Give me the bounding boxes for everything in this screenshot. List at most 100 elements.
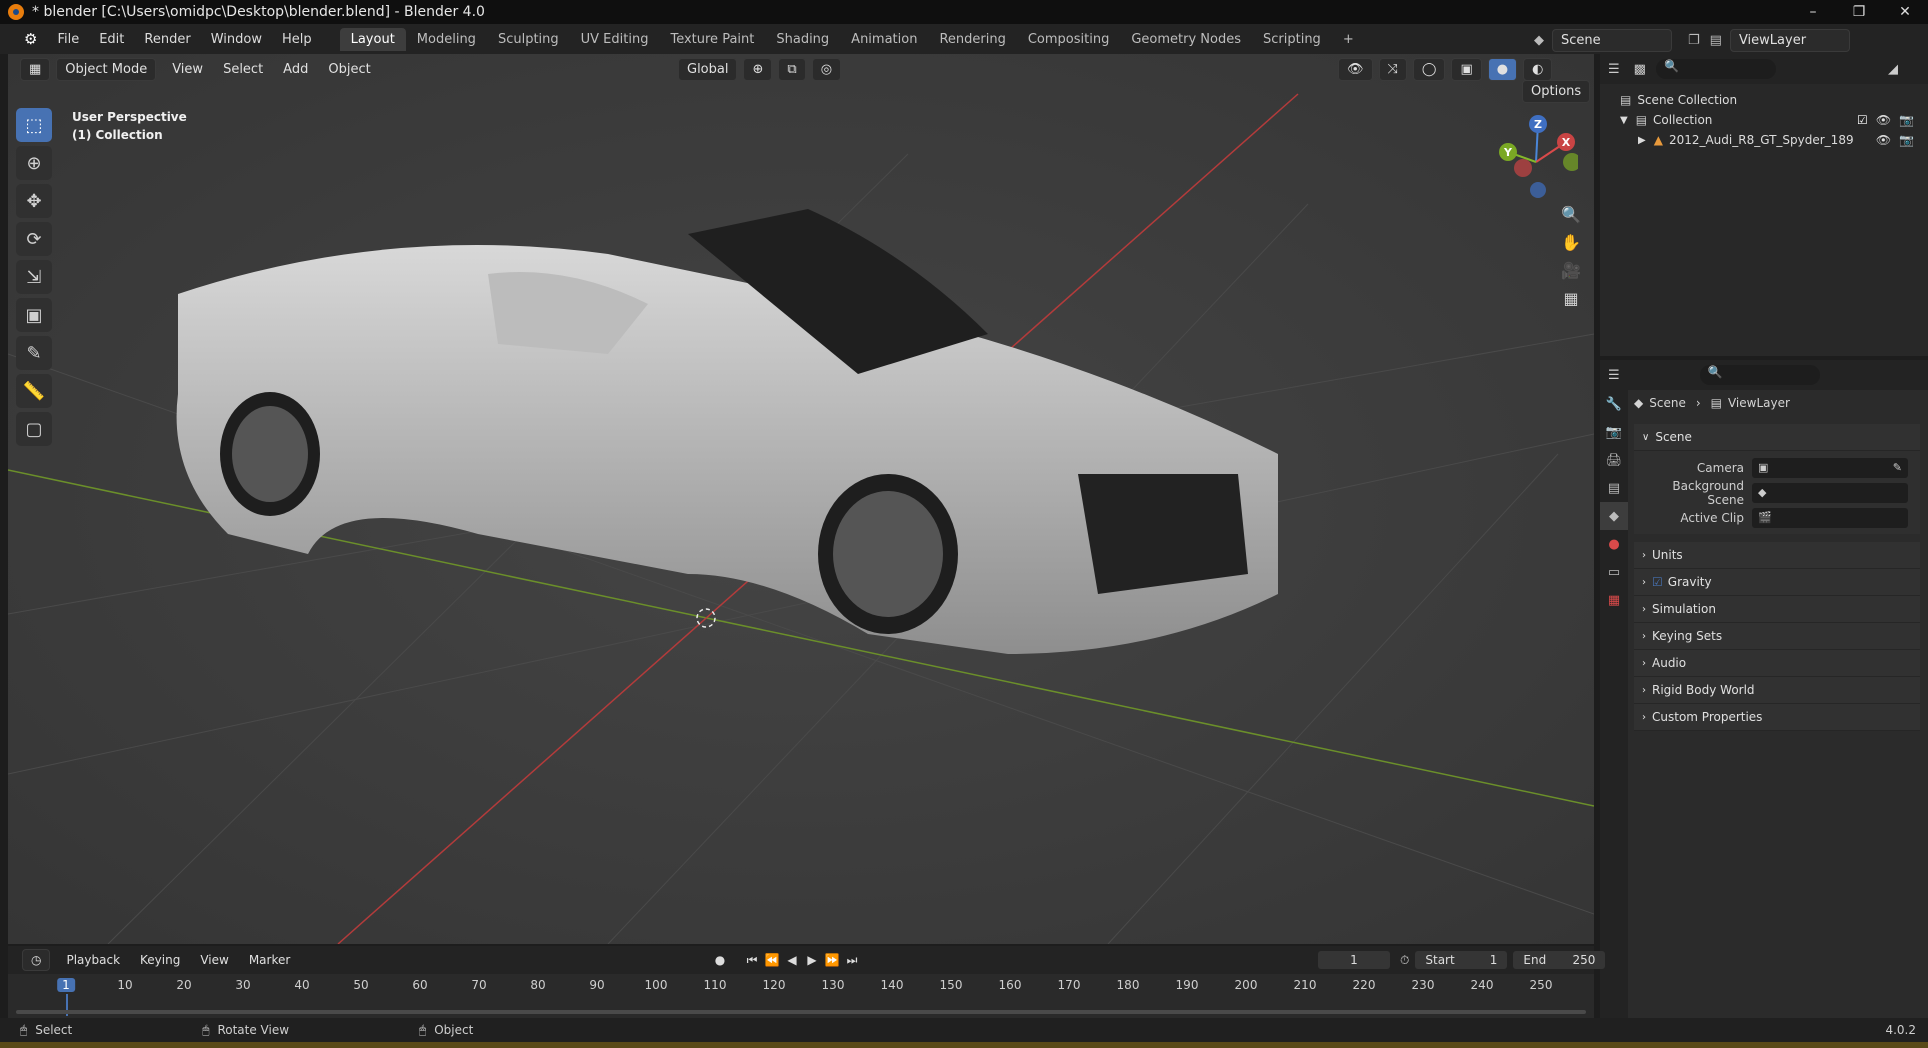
gravity-checkbox-icon[interactable]: ☑	[1652, 575, 1663, 589]
outliner-collection[interactable]: ▼ ▤ Collection ☑ 👁 📷	[1620, 110, 1928, 130]
render-camera-icon[interactable]: 📷	[1899, 113, 1914, 127]
tab-animation[interactable]: Animation	[840, 28, 928, 51]
scale-tool-icon[interactable]: ⇲	[16, 260, 52, 294]
preview-range-icon[interactable]: ⏱	[1400, 953, 1409, 968]
rotate-tool-icon[interactable]: ⟳	[16, 222, 52, 256]
annotate-tool-icon[interactable]: ✎	[16, 336, 52, 370]
shading-solid-icon[interactable]: ●	[1487, 57, 1518, 81]
properties-editor-icon[interactable]: ☰	[1608, 368, 1620, 383]
xray-icon[interactable]: ▣	[1451, 57, 1482, 81]
end-frame-field[interactable]: End 250	[1513, 951, 1606, 969]
prev-keyframe-icon[interactable]: ⏪	[762, 953, 782, 967]
active-clip-field[interactable]: 🎬	[1752, 507, 1908, 528]
timeline-editor-icon[interactable]: ◷	[22, 949, 51, 971]
properties-search-input[interactable]: 🔍	[1699, 365, 1820, 385]
menu-view[interactable]: View	[162, 62, 213, 77]
filter-icon[interactable]: ◢	[1888, 62, 1898, 77]
record-icon[interactable]: ●	[710, 953, 730, 967]
jump-end-icon[interactable]: ⏭	[842, 953, 862, 968]
zoom-icon[interactable]: 🔍	[1556, 200, 1586, 228]
play-icon[interactable]: ▶	[802, 953, 822, 967]
add-cube-tool-icon[interactable]: ▢	[16, 412, 52, 446]
move-tool-icon[interactable]: ✥	[16, 184, 52, 218]
shading-material-icon[interactable]: ◐	[1523, 57, 1553, 81]
keying-sets-section[interactable]: › Keying Sets	[1634, 623, 1920, 650]
eyedropper-icon[interactable]: ✎	[1893, 461, 1902, 474]
transform-tool-icon[interactable]: ▣	[16, 298, 52, 332]
new-scene-icon[interactable]: ❐	[1688, 33, 1700, 48]
custom-properties-section[interactable]: › Custom Properties	[1634, 704, 1920, 731]
pivot-icon[interactable]: ⊕	[743, 57, 773, 81]
timeline-scrollbar[interactable]	[16, 1010, 1586, 1014]
tool-tab-icon[interactable]: 🔧	[1600, 390, 1628, 418]
menu-edit[interactable]: Edit	[89, 32, 134, 47]
menu-select[interactable]: Select	[213, 62, 273, 77]
tab-texture-paint[interactable]: Texture Paint	[659, 28, 765, 51]
expand-arrow-icon[interactable]: ▼	[1620, 115, 1628, 126]
outliner-object[interactable]: ▶ ▲ 2012_Audi_R8_GT_Spyder_189 👁 📷	[1620, 130, 1928, 150]
collection-checkbox-icon[interactable]: ☑	[1857, 113, 1868, 127]
tab-sculpting[interactable]: Sculpting	[487, 28, 570, 51]
scene-section-header[interactable]: ∨ Scene	[1634, 424, 1920, 451]
start-frame-field[interactable]: Start 1	[1415, 951, 1508, 969]
current-frame-field[interactable]: 1	[1318, 951, 1390, 969]
menu-add[interactable]: Add	[273, 62, 318, 77]
rigid-body-world-section[interactable]: › Rigid Body World	[1634, 677, 1920, 704]
cursor-tool-icon[interactable]: ⊕	[16, 146, 52, 180]
measure-tool-icon[interactable]: 📏	[16, 374, 52, 408]
select-box-tool-icon[interactable]: ⬚	[16, 108, 52, 142]
editor-type-icon[interactable]: ▦	[20, 57, 51, 81]
tab-geometry-nodes[interactable]: Geometry Nodes	[1120, 28, 1252, 51]
play-reverse-icon[interactable]: ◀	[782, 953, 802, 967]
menu-marker[interactable]: Marker	[239, 953, 300, 967]
menu-playback[interactable]: Playback	[56, 953, 130, 967]
pan-hand-icon[interactable]: ✋	[1556, 228, 1586, 256]
add-workspace-button[interactable]: +	[1332, 28, 1365, 51]
menu-file[interactable]: File	[47, 32, 89, 47]
background-scene-field[interactable]: ◆	[1752, 482, 1908, 503]
next-keyframe-icon[interactable]: ⏩	[822, 953, 842, 967]
outliner-scene-collection[interactable]: ▤ Scene Collection	[1620, 90, 1928, 110]
tab-scripting[interactable]: Scripting	[1252, 28, 1332, 51]
menu-window[interactable]: Window	[201, 32, 272, 47]
snap-icon[interactable]: ⧉	[778, 57, 806, 81]
visibility-icon[interactable]: 👁	[1338, 57, 1373, 81]
blender-menu-icon[interactable]: ⚙	[14, 30, 47, 48]
outliner-search-input[interactable]: 🔍	[1655, 59, 1776, 79]
close-button[interactable]: ✕	[1882, 0, 1928, 24]
render-camera-icon[interactable]: 📷	[1899, 133, 1914, 147]
overlay-toggle-icon[interactable]: ◯	[1412, 57, 1446, 81]
display-mode-icon[interactable]: ▩	[1634, 62, 1646, 77]
proportional-edit-icon[interactable]: ◎	[811, 57, 842, 81]
3d-viewport[interactable]	[8, 54, 1594, 944]
gizmo-toggle-icon[interactable]: ⤨	[1378, 57, 1407, 81]
camera-view-icon[interactable]: 🎥	[1556, 256, 1586, 284]
menu-help[interactable]: Help	[272, 32, 322, 47]
camera-field[interactable]: ▣ ✎	[1752, 457, 1908, 478]
eye-icon[interactable]: 👁	[1876, 113, 1891, 127]
tab-modeling[interactable]: Modeling	[406, 28, 487, 51]
outliner-editor-icon[interactable]: ☰	[1608, 62, 1620, 77]
viewlayer-selector[interactable]: ViewLayer	[1729, 29, 1850, 52]
jump-start-icon[interactable]: ⏮	[742, 953, 762, 968]
navigation-gizmo[interactable]: Z X Y	[1488, 112, 1581, 202]
tab-layout[interactable]: Layout	[339, 27, 406, 51]
menu-keying[interactable]: Keying	[130, 953, 190, 967]
units-section[interactable]: › Units	[1634, 542, 1920, 569]
audio-section[interactable]: › Audio	[1634, 650, 1920, 677]
menu-object[interactable]: Object	[318, 62, 380, 77]
orientation-selector[interactable]: Global	[678, 57, 738, 81]
eye-icon[interactable]: 👁	[1876, 133, 1891, 147]
tab-compositing[interactable]: Compositing	[1017, 28, 1121, 51]
menu-timeline-view[interactable]: View	[190, 953, 238, 967]
minimize-button[interactable]: –	[1790, 0, 1836, 24]
simulation-section[interactable]: › Simulation	[1634, 596, 1920, 623]
perspective-grid-icon[interactable]: ▦	[1556, 284, 1586, 312]
options-button[interactable]: Options	[1522, 80, 1591, 103]
tab-uv-editing[interactable]: UV Editing	[570, 28, 660, 51]
tab-rendering[interactable]: Rendering	[928, 28, 1016, 51]
tab-shading[interactable]: Shading	[765, 28, 840, 51]
gravity-section[interactable]: › ☑ Gravity	[1634, 569, 1920, 596]
timeline-ruler[interactable]: 1 10 20 30 40 50 60 70 80 90 100 110 120 130 140 150 160…	[8, 974, 1594, 1018]
menu-render[interactable]: Render	[134, 32, 200, 47]
